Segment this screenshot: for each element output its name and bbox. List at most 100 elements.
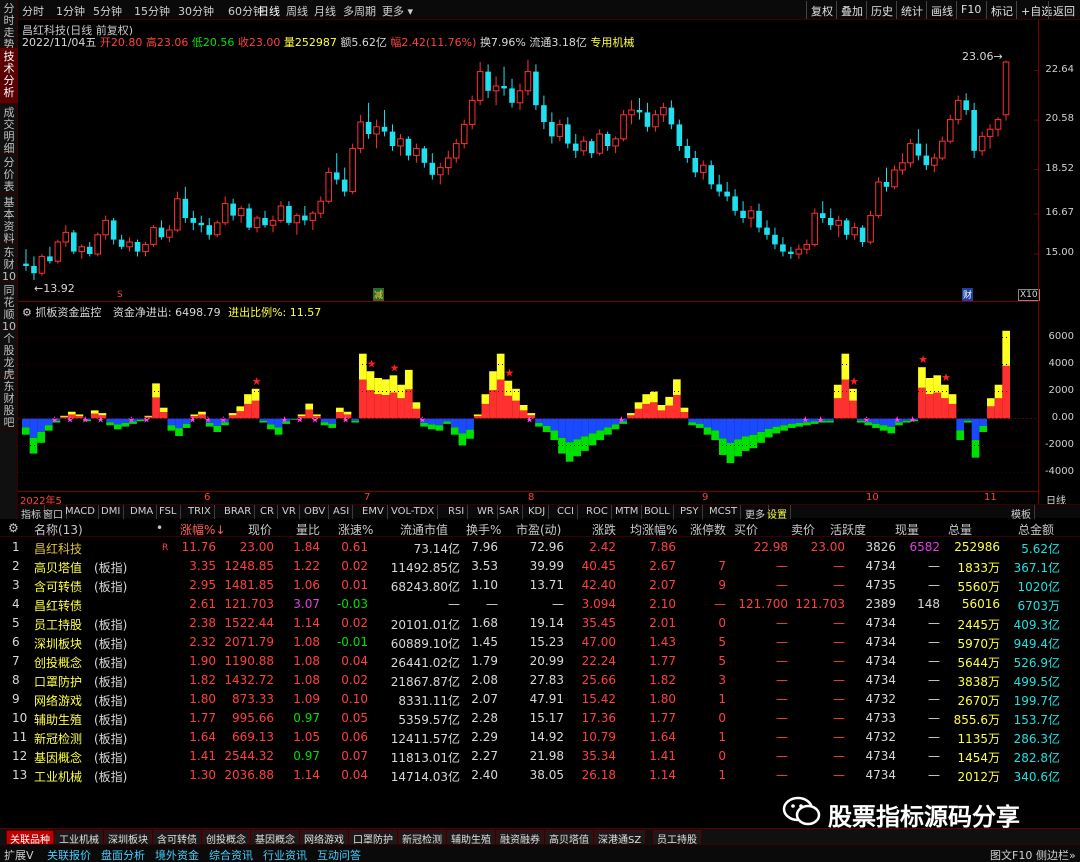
- bottom-tab-0[interactable]: 关联品种: [6, 830, 54, 846]
- left-tab-5[interactable]: 东财10: [0, 244, 18, 283]
- period-tab-1[interactable]: 1分钟: [56, 3, 85, 19]
- period-tab-2[interactable]: 5分钟: [93, 3, 122, 19]
- template-button[interactable]: 模板: [1008, 505, 1035, 521]
- toolbar-button-5[interactable]: F10: [956, 1, 985, 19]
- bottom-tab-6[interactable]: 网络游戏: [300, 830, 348, 846]
- bottom-tab-9[interactable]: 辅助生殖: [447, 830, 495, 846]
- table-col-header-15[interactable]: 现量: [895, 521, 919, 538]
- left-tab-8[interactable]: 东财股吧: [0, 378, 18, 430]
- period-tab-3[interactable]: 15分钟: [134, 3, 170, 19]
- period-tab-8[interactable]: 月线: [314, 3, 336, 19]
- table-col-header-16[interactable]: 总量: [948, 521, 972, 538]
- table-col-header-0[interactable]: 名称(13): [34, 521, 83, 538]
- table-row[interactable]: 13 工业机械 (板指) 1.30 2036.88 1.14 0.04 14714.03亿 2.…: [0, 766, 1080, 785]
- bottom-tab-10[interactable]: 融资融券: [496, 830, 544, 846]
- indicator-tab-14[interactable]: RSI: [445, 505, 469, 519]
- indicator-pane[interactable]: ⚙ 抓板资金监控 资金净进出: 6498.79 进出比例%: 11.57 ★ ★ ★…: [18, 302, 1038, 492]
- left-tab-3[interactable]: 分价表: [0, 154, 18, 194]
- status-link-1[interactable]: 关联报价: [47, 847, 91, 862]
- left-tab-7[interactable]: 个股龙虎: [0, 330, 18, 381]
- indicator-tab-9[interactable]: VR: [279, 505, 300, 519]
- period-tab-6[interactable]: 日线: [258, 3, 280, 19]
- table-col-header-17[interactable]: 总金额: [1018, 521, 1054, 538]
- indicator-tab-23[interactable]: MCST: [706, 505, 742, 519]
- toolbar-button-3[interactable]: 统计: [896, 1, 927, 19]
- indicator-tab-10[interactable]: OBV: [301, 505, 330, 519]
- table-row[interactable]: 10 辅助生殖 (板指) 1.77 995.66 0.97 0.05 5359.57亿 2.28…: [0, 709, 1080, 728]
- table-row[interactable]: 12 基因概念 (板指) 1.41 2544.32 0.97 0.07 11813.01亿 2.…: [0, 747, 1080, 766]
- indicator-tab-7[interactable]: BRAR: [221, 505, 256, 519]
- bottom-tab-13[interactable]: 员工持股: [653, 830, 701, 846]
- status-link-2[interactable]: 盘面分析: [101, 847, 145, 862]
- period-tab-10[interactable]: 更多 ▾: [382, 3, 413, 19]
- stock-name[interactable]: 基因概念: [34, 749, 82, 766]
- left-tab-6[interactable]: 同花顺10: [0, 282, 18, 333]
- indicator-tab-13[interactable]: VOL-TDX: [388, 505, 439, 519]
- stock-name[interactable]: 新冠检测: [34, 730, 82, 747]
- table-row[interactable]: 7 创投概念 (板指) 1.90 1190.88 1.08 0.04 26441.02亿 1.7…: [0, 652, 1080, 671]
- toolbar-button-0[interactable]: 复权: [806, 1, 837, 19]
- indicator-tab-4[interactable]: DMA: [127, 505, 158, 519]
- table-col-header-7[interactable]: 换手%: [466, 521, 501, 538]
- indicator-tab-25[interactable]: 设置: [764, 505, 791, 521]
- table-col-header-4[interactable]: 量比: [296, 521, 320, 538]
- table-col-header-11[interactable]: 涨停数: [690, 521, 726, 538]
- table-settings-gear-icon[interactable]: ⚙: [8, 521, 19, 535]
- indicator-tab-6[interactable]: TRIX: [185, 505, 215, 519]
- period-tab-4[interactable]: 30分钟: [178, 3, 214, 19]
- indicator-tab-19[interactable]: ROC: [583, 505, 612, 519]
- x10-button[interactable]: X10: [1018, 289, 1040, 301]
- period-tab-7[interactable]: 周线: [286, 3, 308, 19]
- bottom-tab-11[interactable]: 高贝塔值: [545, 830, 593, 846]
- bottom-tab-8[interactable]: 新冠检测: [398, 830, 446, 846]
- indicator-tab-11[interactable]: ASI: [330, 505, 354, 519]
- stock-name[interactable]: 员工持股: [34, 616, 82, 633]
- table-row[interactable]: 9 网络游戏 (板指) 1.80 873.33 1.09 0.10 8331.11亿 2.07 4…: [0, 690, 1080, 709]
- indicator-tab-20[interactable]: MTM: [612, 505, 643, 519]
- table-col-header-9[interactable]: 涨跌: [592, 521, 616, 538]
- stock-name[interactable]: 口罩防护: [34, 673, 82, 690]
- table-row[interactable]: 3 含可转债 (板指) 2.95 1481.85 1.06 0.01 68243.80亿 1.1…: [0, 576, 1080, 595]
- bottom-tab-7[interactable]: 口罩防护: [349, 830, 397, 846]
- stock-name[interactable]: 高贝塔值: [34, 559, 82, 576]
- toolbar-button-1[interactable]: 叠加: [836, 1, 867, 19]
- toolbar-button-6[interactable]: 标记: [986, 1, 1017, 19]
- table-row[interactable]: 8 口罩防护 (板指) 1.82 1432.72 1.08 0.02 21867.87亿 2.0…: [0, 671, 1080, 690]
- indicator-tab-8[interactable]: CR: [257, 505, 278, 519]
- indicator-tab-12[interactable]: EMV: [359, 505, 388, 519]
- stock-name[interactable]: 含可转债: [34, 578, 82, 595]
- bottom-tab-4[interactable]: 创投概念: [202, 830, 250, 846]
- stock-name[interactable]: 昌红转债: [34, 597, 82, 614]
- toolbar-button-2[interactable]: 历史: [866, 1, 897, 19]
- table-col-header-12[interactable]: 买价: [734, 521, 758, 538]
- stock-name[interactable]: 昌红科技: [34, 540, 82, 557]
- indicator-tab-15[interactable]: WR: [474, 505, 498, 519]
- stock-name[interactable]: 创投概念: [34, 654, 82, 671]
- indicator-tab-21[interactable]: BOLL: [641, 505, 674, 519]
- toolbar-button-8[interactable]: 返回: [1048, 1, 1079, 19]
- indicator-tab-5[interactable]: FSL: [156, 505, 181, 519]
- stock-name[interactable]: 辅助生殖: [34, 711, 82, 728]
- left-tab-0[interactable]: 分时走势: [0, 0, 18, 51]
- status-sidebar-link[interactable]: 侧边栏»: [1036, 847, 1076, 862]
- kline-chart[interactable]: 昌红科技(日线 前复权) 2022/11/04五 开20.80 高23.06 低…: [18, 20, 1040, 302]
- left-tab-4[interactable]: 基本资料: [0, 194, 18, 245]
- status-link-0[interactable]: 扩展V: [4, 847, 34, 862]
- bottom-tab-12[interactable]: 深港通SZ: [594, 830, 646, 846]
- table-col-header-10[interactable]: 均涨幅%: [630, 521, 677, 538]
- bottom-tab-2[interactable]: 深圳板块: [104, 830, 152, 846]
- table-row[interactable]: 11 新冠检测 (板指) 1.64 669.13 1.05 0.06 12411.57亿 2.2…: [0, 728, 1080, 747]
- indicator-tab-22[interactable]: PSY: [677, 505, 703, 519]
- status-f10-link[interactable]: 图文F10: [990, 847, 1032, 862]
- period-tab-0[interactable]: 分时: [22, 3, 44, 19]
- status-link-4[interactable]: 综合资讯: [209, 847, 253, 862]
- table-col-header-8[interactable]: 市盈(动): [516, 521, 561, 538]
- status-link-5[interactable]: 行业资讯: [263, 847, 307, 862]
- table-col-header-13[interactable]: 卖价: [791, 521, 815, 538]
- table-col-header-14[interactable]: 活跃度: [830, 521, 866, 538]
- table-row[interactable]: 4 昌红转债 2.61 121.703 3.07 -0.03— — —3.094 2.10—12…: [0, 595, 1080, 614]
- stock-name[interactable]: 工业机械: [34, 768, 82, 785]
- table-row[interactable]: 5 员工持股 (板指) 2.38 1522.44 1.14 0.02 20101.01亿 1.6…: [0, 614, 1080, 633]
- table-row[interactable]: 6 深圳板块 (板指) 2.32 2071.79 1.08 -0.01 60889.10亿 1.…: [0, 633, 1080, 652]
- table-col-header-5[interactable]: 涨速%: [338, 521, 373, 538]
